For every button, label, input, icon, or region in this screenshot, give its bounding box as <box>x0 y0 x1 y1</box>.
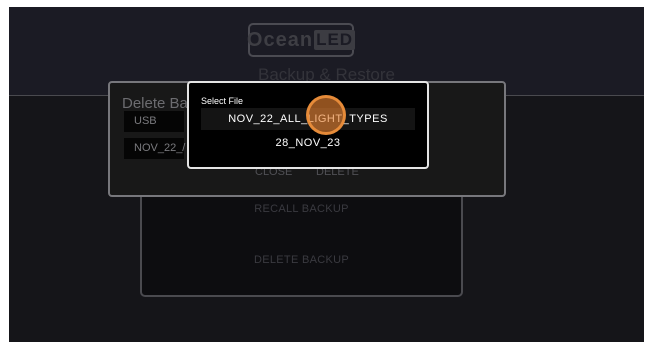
oceanled-logo: Ocean LED <box>246 23 356 57</box>
select-file-title: Select File <box>201 96 244 106</box>
select-file-dialog: Select File NOV_22_ALL_LIGHT_TYPES 28_NO… <box>187 81 429 169</box>
recall-backup-button[interactable]: RECALL BACKUP <box>142 203 461 215</box>
file-option[interactable]: 28_NOV_23 <box>201 132 415 154</box>
delete-dialog-title: Delete Ba <box>122 95 188 112</box>
source-select[interactable]: USB <box>124 111 184 132</box>
app-screen: Ocean LED Backup & Restore RECALL BACKUP … <box>9 7 644 342</box>
file-select[interactable]: NOV_22_/ <box>124 138 185 159</box>
delete-backup-button[interactable]: DELETE BACKUP <box>142 254 461 266</box>
file-option[interactable]: NOV_22_ALL_LIGHT_TYPES <box>201 108 415 130</box>
logo-badge: LED <box>314 30 356 50</box>
logo-text: Ocean <box>246 28 314 51</box>
